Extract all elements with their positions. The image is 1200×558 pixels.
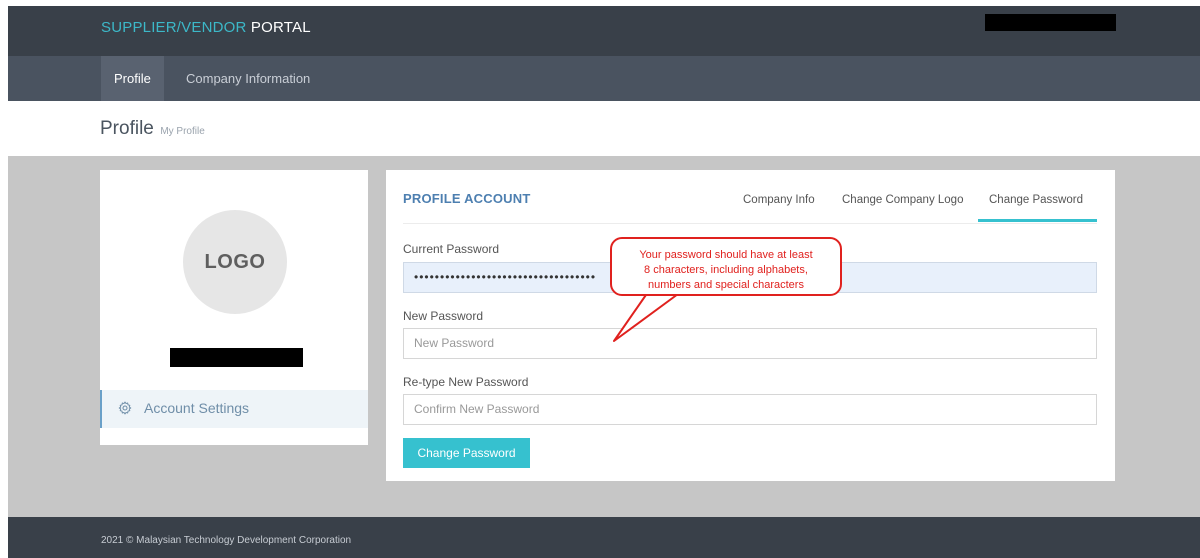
retype-password-label: Re-type New Password xyxy=(403,375,529,389)
footer-copyright: 2021 © Malaysian Technology Development … xyxy=(101,535,352,546)
active-tab-indicator xyxy=(978,219,1097,222)
tab-change-company-logo[interactable]: Change Company Logo xyxy=(842,194,963,206)
password-hint-callout: Your password should have at least 8 cha… xyxy=(610,237,842,296)
profile-account-title: PROFILE ACCOUNT xyxy=(403,191,531,206)
company-logo-placeholder: LOGO xyxy=(183,210,287,314)
change-password-button[interactable]: Change Password xyxy=(403,438,530,468)
brand-text-part1: SUPPLIER/VENDOR xyxy=(101,19,247,36)
nav-tab-company-information[interactable]: Company Information xyxy=(173,56,323,101)
tab-company-info[interactable]: Company Info xyxy=(743,194,815,206)
new-password-field[interactable]: New Password xyxy=(403,328,1097,359)
callout-pointer xyxy=(613,291,679,342)
logo-text: LOGO xyxy=(204,251,266,273)
current-password-label: Current Password xyxy=(403,242,500,256)
page-heading: Profile My Profile xyxy=(100,118,205,140)
main-nav: Profile Company Information xyxy=(8,56,1200,101)
redacted-user-name xyxy=(985,14,1116,31)
portal-brand[interactable]: SUPPLIER/VENDOR PORTAL xyxy=(101,19,311,36)
nav-tab-profile[interactable]: Profile xyxy=(101,56,164,101)
profile-account-card: PROFILE ACCOUNT Company Info Change Comp… xyxy=(386,170,1115,481)
callout-line-3: numbers and special characters xyxy=(648,279,804,291)
page: SUPPLIER/VENDOR PORTAL Profile Company I… xyxy=(0,0,1200,558)
callout-text: Your password should have at least 8 cha… xyxy=(612,248,840,293)
page-title: Profile xyxy=(100,118,154,139)
callout-line-2: 8 characters, including alphabets, xyxy=(644,264,808,276)
confirm-password-field[interactable]: Confirm New Password xyxy=(403,394,1097,425)
profile-sidebar-card: LOGO Account Settings xyxy=(100,170,368,445)
tab-change-password[interactable]: Change Password xyxy=(989,194,1083,206)
callout-line-1: Your password should have at least xyxy=(639,249,813,261)
top-header: SUPPLIER/VENDOR PORTAL xyxy=(8,6,1200,56)
brand-text-part2: PORTAL xyxy=(250,19,311,36)
redacted-company-name xyxy=(170,348,303,367)
page-subtitle: My Profile xyxy=(160,126,205,137)
account-settings-menu-item[interactable]: Account Settings xyxy=(100,390,368,428)
card-divider xyxy=(403,223,1097,224)
new-password-label: New Password xyxy=(403,309,484,323)
account-settings-label: Account Settings xyxy=(144,400,250,416)
page-footer: 2021 © Malaysian Technology Development … xyxy=(8,517,1200,558)
gear-icon xyxy=(118,401,132,415)
